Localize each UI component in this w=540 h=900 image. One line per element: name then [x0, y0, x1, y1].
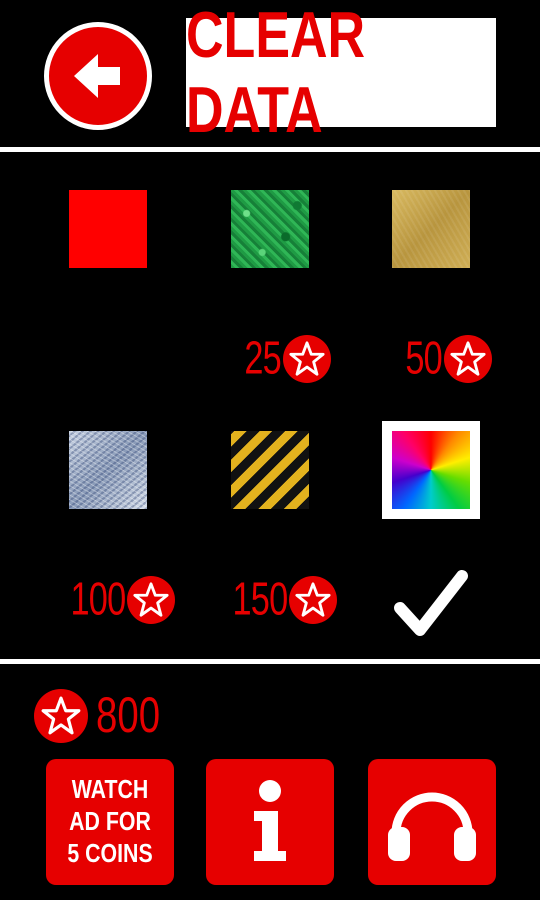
- star-coin-icon: [444, 335, 492, 383]
- price-hazard: 150: [217, 573, 337, 626]
- audio-button[interactable]: [368, 759, 496, 885]
- checkmark-icon: [394, 570, 468, 636]
- watch-ad-button[interactable]: WATCH AD FOR 5 COINS: [46, 759, 174, 885]
- price-silver-value: 100: [70, 573, 126, 626]
- price-gold: 50: [395, 332, 492, 385]
- star-coin-icon: [289, 576, 337, 624]
- price-gold-value: 50: [405, 332, 442, 385]
- top-divider: [0, 147, 540, 152]
- price-green: 25: [234, 332, 331, 385]
- rainbow-swatch: [392, 431, 470, 509]
- coin-count: 800: [96, 687, 161, 744]
- watch-ad-label: WATCH AD FOR 5 COINS: [67, 774, 153, 868]
- skin-gold[interactable]: [392, 190, 470, 268]
- skin-silver[interactable]: [69, 431, 147, 509]
- bottom-divider: [0, 659, 540, 664]
- clear-data-label: CLEAR DATA: [186, 0, 366, 147]
- coin-balance: 800: [34, 688, 176, 743]
- skin-hazard[interactable]: [231, 431, 309, 509]
- skin-rainbow-selected[interactable]: [382, 421, 480, 519]
- back-button[interactable]: [44, 22, 152, 130]
- skin-green[interactable]: [231, 190, 309, 268]
- price-green-value: 25: [244, 332, 281, 385]
- info-button[interactable]: [206, 759, 334, 885]
- star-coin-icon: [34, 688, 88, 743]
- star-coin-icon: [283, 335, 331, 383]
- price-hazard-value: 150: [232, 573, 288, 626]
- skin-red[interactable]: [69, 190, 147, 268]
- clear-data-button[interactable]: CLEAR DATA: [186, 0, 496, 146]
- arrow-left-icon: [74, 54, 120, 98]
- info-icon: [254, 780, 286, 861]
- headphones-icon: [388, 792, 476, 861]
- price-silver: 100: [55, 573, 175, 626]
- star-coin-icon: [127, 576, 175, 624]
